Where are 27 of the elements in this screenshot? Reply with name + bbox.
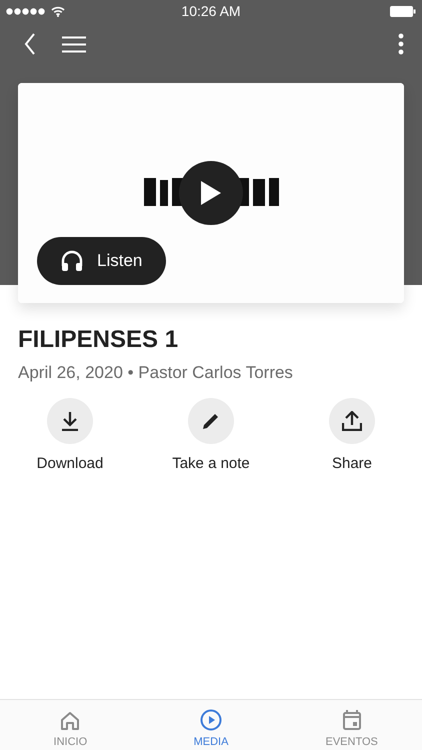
action-label: Download	[36, 455, 104, 472]
download-icon	[61, 411, 79, 431]
media-title: FILIPENSES 1	[18, 325, 180, 355]
share-icon	[342, 411, 362, 431]
signal-icon	[6, 8, 46, 14]
play-icon	[200, 180, 222, 206]
menu-icon[interactable]	[62, 36, 86, 52]
back-icon[interactable]	[24, 33, 36, 55]
wifi-icon	[51, 6, 65, 16]
status-time: 10:26 AM	[181, 3, 241, 19]
download-button[interactable]	[47, 398, 93, 444]
more-icon[interactable]	[398, 33, 404, 55]
tab[interactable]: INICIO	[0, 700, 141, 750]
tab[interactable]: EVENTOS	[281, 700, 422, 750]
note-button[interactable]	[188, 398, 234, 444]
action-label: Take a note	[172, 455, 250, 472]
battery-icon	[390, 6, 416, 16]
listen-button[interactable]: Listen	[37, 237, 166, 285]
media-meta: April 26, 2020 • Pastor Carlos Torres	[18, 362, 294, 384]
action-label: Share	[332, 455, 372, 472]
headphones-icon	[61, 250, 83, 272]
calendar-icon	[342, 709, 362, 731]
home-icon	[60, 711, 80, 731]
play-circle-icon	[200, 709, 222, 731]
tab[interactable]: MEDIA	[140, 700, 282, 750]
share-button[interactable]	[329, 398, 375, 444]
pencil-icon	[202, 412, 220, 430]
